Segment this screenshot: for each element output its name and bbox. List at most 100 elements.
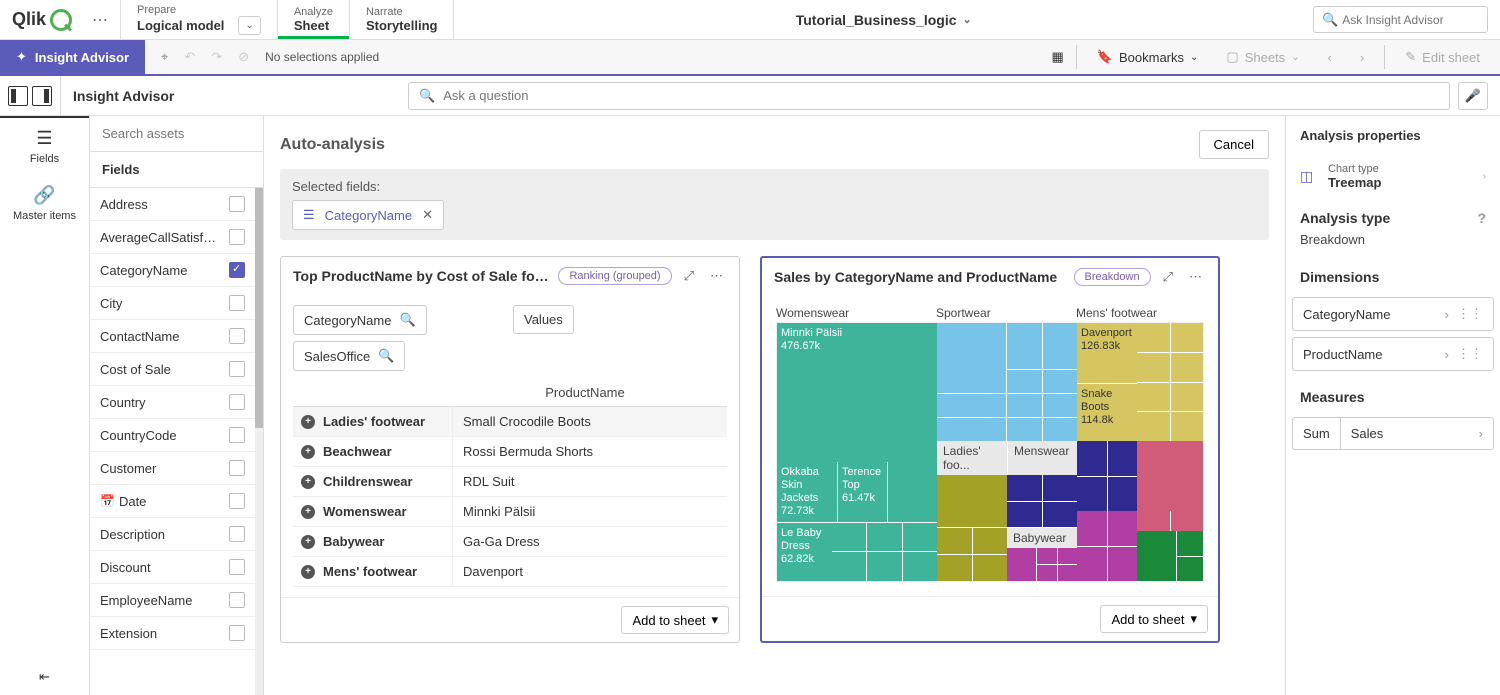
- table-row[interactable]: +BeachwearRossi Bermuda Shorts: [293, 437, 727, 467]
- tab-prepare[interactable]: Prepare Logical model ⌄: [120, 0, 277, 39]
- assets-search-input[interactable]: [90, 116, 263, 151]
- checkbox[interactable]: [229, 427, 245, 443]
- checkbox[interactable]: [229, 262, 245, 278]
- treemap-cell[interactable]: [937, 323, 1077, 441]
- asset-row[interactable]: CountryCode: [90, 419, 255, 452]
- checkbox[interactable]: [229, 559, 245, 575]
- checkbox[interactable]: [229, 361, 245, 377]
- assets-list[interactable]: Address AverageCallSatisfac... CategoryN…: [90, 188, 255, 695]
- insight-advisor-button[interactable]: ✦ Insight Advisor: [0, 40, 145, 74]
- treemap-chart[interactable]: Womenswear Sportwear Mens' footwear Minn…: [762, 296, 1218, 596]
- expand-icon[interactable]: +: [301, 565, 315, 579]
- expand-icon[interactable]: +: [301, 505, 315, 519]
- treemap-cell[interactable]: Terence Top61.47k: [837, 462, 887, 522]
- checkbox[interactable]: [229, 460, 245, 476]
- expand-icon[interactable]: +: [301, 475, 315, 489]
- scrollbar-thumb[interactable]: [255, 188, 263, 428]
- asset-row[interactable]: ContactName: [90, 320, 255, 353]
- treemap-cell[interactable]: Davenport126.83k: [1077, 323, 1137, 383]
- expand-icon[interactable]: +: [301, 535, 315, 549]
- asset-row[interactable]: CategoryName: [90, 254, 255, 287]
- drag-handle-icon[interactable]: ⋮⋮: [1457, 306, 1483, 322]
- field-chip[interactable]: ☰ CategoryName ✕: [292, 200, 444, 230]
- expand-icon[interactable]: +: [301, 445, 315, 459]
- asset-row[interactable]: Address: [90, 188, 255, 221]
- dim-chip-category[interactable]: CategoryName🔍: [293, 305, 427, 335]
- toggle-right-panel[interactable]: [32, 86, 52, 106]
- treemap-cell[interactable]: [832, 523, 937, 581]
- treemap-cell[interactable]: [1077, 441, 1137, 511]
- treemap-cell[interactable]: Le Baby Dress62.82k: [777, 523, 832, 581]
- checkbox[interactable]: [229, 196, 245, 212]
- asset-row[interactable]: Description: [90, 518, 255, 551]
- cancel-button[interactable]: Cancel: [1199, 130, 1269, 159]
- aggregation-label[interactable]: Sum: [1293, 418, 1341, 449]
- next-sheet-icon[interactable]: ›: [1352, 46, 1372, 69]
- checkbox[interactable]: [229, 229, 245, 245]
- chevron-down-icon[interactable]: ⌄: [238, 16, 260, 35]
- asset-row[interactable]: Discount: [90, 551, 255, 584]
- rail-master-items[interactable]: 🔗 Master items: [0, 175, 89, 232]
- app-title[interactable]: Tutorial_Business_logic ⌄: [454, 0, 1313, 39]
- asset-row[interactable]: Extension: [90, 617, 255, 650]
- scrollbar[interactable]: [255, 188, 263, 695]
- smart-search-icon[interactable]: ⌖: [161, 49, 168, 65]
- treemap-cell[interactable]: [887, 462, 937, 522]
- table-row[interactable]: +Mens' footwearDavenport: [293, 557, 727, 587]
- microphone-button[interactable]: 🎤: [1458, 82, 1488, 110]
- asset-row[interactable]: City: [90, 287, 255, 320]
- asset-row[interactable]: 📅Date: [90, 485, 255, 518]
- rail-fields[interactable]: ☰ Fields: [0, 116, 89, 175]
- asset-row[interactable]: Country: [90, 386, 255, 419]
- expand-icon[interactable]: +: [301, 415, 315, 429]
- treemap-cell[interactable]: [1077, 511, 1137, 581]
- more-icon[interactable]: ⋯: [706, 268, 727, 284]
- checkbox[interactable]: [229, 493, 245, 509]
- measure-item[interactable]: Sum Sales›: [1292, 417, 1494, 450]
- treemap-cell[interactable]: [1007, 548, 1077, 581]
- step-back-icon[interactable]: ↶: [184, 49, 195, 65]
- help-icon[interactable]: ?: [1477, 210, 1486, 226]
- treemap-cell[interactable]: [937, 475, 1007, 527]
- checkbox[interactable]: [229, 592, 245, 608]
- tab-analyze[interactable]: Analyze Sheet: [277, 0, 349, 39]
- checkbox[interactable]: [229, 394, 245, 410]
- fullscreen-icon[interactable]: ⤢: [1159, 269, 1177, 285]
- top-search[interactable]: 🔍: [1313, 6, 1488, 33]
- app-menu-icon[interactable]: ⋯: [80, 0, 120, 39]
- clear-selections-icon[interactable]: ⊘: [238, 49, 249, 65]
- asset-row[interactable]: EmployeeName: [90, 584, 255, 617]
- values-chip[interactable]: Values: [513, 305, 574, 334]
- treemap-cell[interactable]: [1137, 531, 1203, 581]
- checkbox[interactable]: [229, 295, 245, 311]
- step-forward-icon[interactable]: ↷: [211, 49, 222, 65]
- treemap-cell[interactable]: Minnki Pälsii476.67k: [777, 323, 937, 462]
- bookmarks-button[interactable]: 🔖 Bookmarks ⌄: [1089, 45, 1207, 69]
- add-to-sheet-button[interactable]: Add to sheet▾: [1100, 605, 1208, 633]
- edit-sheet-button[interactable]: ✎ Edit sheet: [1397, 45, 1488, 69]
- tab-narrate[interactable]: Narrate Storytelling: [349, 0, 455, 39]
- more-icon[interactable]: ⋯: [1185, 269, 1206, 285]
- treemap-cell[interactable]: [1007, 475, 1077, 527]
- table-row[interactable]: +BabywearGa-Ga Dress: [293, 527, 727, 557]
- treemap-cell[interactable]: Okkaba Skin Jackets72.73k: [777, 462, 837, 522]
- asset-row[interactable]: AverageCallSatisfac...: [90, 221, 255, 254]
- ask-question-box[interactable]: 🔍: [408, 82, 1450, 110]
- sheets-button[interactable]: ▢ Sheets ⌄: [1218, 45, 1307, 69]
- grid-icon[interactable]: ▦: [1052, 49, 1064, 65]
- collapse-rail-icon[interactable]: ⇤: [0, 659, 89, 695]
- dim-chip-salesoffice[interactable]: SalesOffice🔍: [293, 341, 405, 371]
- close-icon[interactable]: ✕: [422, 207, 433, 223]
- checkbox[interactable]: [229, 328, 245, 344]
- toggle-left-panel[interactable]: [8, 86, 28, 106]
- drag-handle-icon[interactable]: ⋮⋮: [1457, 346, 1483, 362]
- treemap-cell[interactable]: [1137, 511, 1203, 531]
- treemap-cell[interactable]: Snake Boots114.8k: [1077, 383, 1137, 441]
- fullscreen-icon[interactable]: ⤢: [680, 268, 698, 284]
- dimension-item[interactable]: CategoryName › ⋮⋮: [1292, 297, 1494, 331]
- table-row[interactable]: +WomenswearMinnki Pälsii: [293, 497, 727, 527]
- asset-row[interactable]: Cost of Sale: [90, 353, 255, 386]
- top-search-input[interactable]: [1338, 9, 1479, 31]
- treemap-cell[interactable]: [937, 528, 1007, 581]
- treemap-cell[interactable]: [1137, 441, 1203, 511]
